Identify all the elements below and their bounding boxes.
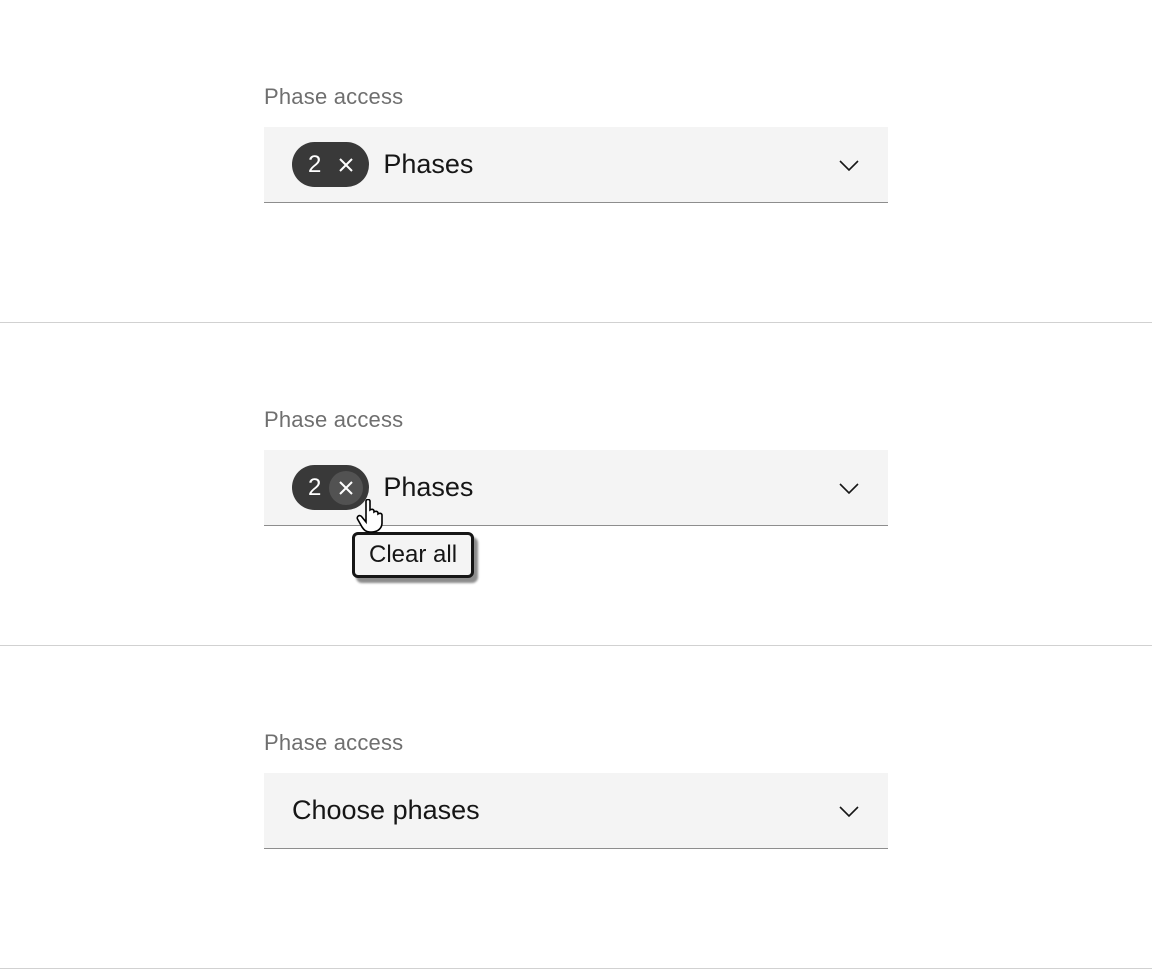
dropdown-state-hover-clear: Phase access 2 Phases Clear all <box>0 323 1152 646</box>
selection-count: 2 <box>308 153 321 177</box>
phases-dropdown[interactable]: 2 Phases <box>264 127 888 203</box>
selection-tag: 2 <box>292 465 369 510</box>
dropdown-value: Phases <box>383 149 838 180</box>
close-icon <box>337 479 355 497</box>
dropdown-placeholder: Choose phases <box>292 795 838 826</box>
dropdown-value: Phases <box>383 472 838 503</box>
dropdown-state-default: Phase access 2 Phases <box>0 0 1152 323</box>
close-icon <box>337 156 355 174</box>
clear-selection-button[interactable] <box>329 471 363 505</box>
chevron-down-icon <box>838 481 860 495</box>
field-label: Phase access <box>264 84 403 110</box>
selection-tag: 2 <box>292 142 369 187</box>
field-label: Phase access <box>264 730 403 756</box>
chevron-down-icon <box>838 804 860 818</box>
clear-selection-button[interactable] <box>329 148 363 182</box>
chevron-down-icon <box>838 158 860 172</box>
selection-count: 2 <box>308 476 321 500</box>
clear-all-tooltip: Clear all <box>352 532 474 578</box>
phases-dropdown[interactable]: Choose phases <box>264 773 888 849</box>
field-label: Phase access <box>264 407 403 433</box>
phases-dropdown[interactable]: 2 Phases <box>264 450 888 526</box>
dropdown-state-empty: Phase access Choose phases <box>0 646 1152 969</box>
